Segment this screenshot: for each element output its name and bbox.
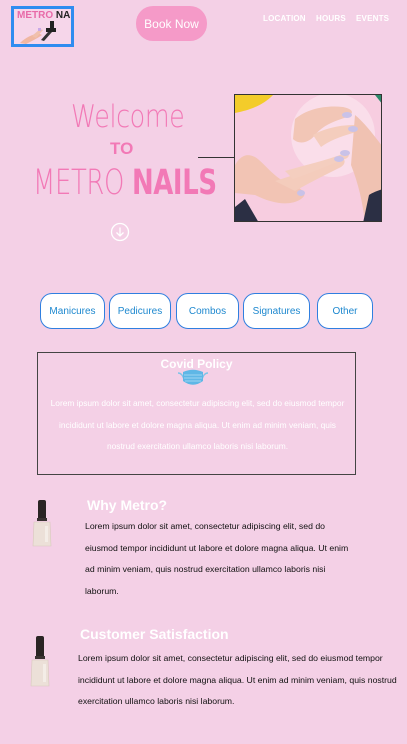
hero-welcome: Welcome <box>71 99 185 135</box>
face-mask-icon <box>177 369 209 385</box>
book-now-button[interactable]: Book Now <box>136 6 207 41</box>
nail-polish-hand-icon <box>20 21 56 44</box>
hero-brand: METRO NAILS <box>33 163 217 203</box>
nav-location[interactable]: LOCATION <box>263 14 306 23</box>
covid-policy-panel: Covid Policy Lorem ipsum dolor sit amet,… <box>37 352 356 475</box>
covid-policy-text: Lorem ipsum dolor sit amet, consectetur … <box>50 398 345 451</box>
why-metro-title: Why Metro? <box>87 497 168 513</box>
why-metro-text: Lorem ipsum dolor sit amet, consectetur … <box>85 521 349 596</box>
category-manicures-button[interactable]: Manicures <box>40 293 105 329</box>
customer-satisfaction-text: Lorem ipsum dolor sit amet, consectetur … <box>78 653 397 706</box>
category-pedicures-button[interactable]: Pedicures <box>109 293 171 329</box>
hero-brand-metro: METRO <box>33 163 125 203</box>
nail-polish-bottle-icon <box>32 500 52 547</box>
nail-polish-bottle-icon <box>30 636 50 687</box>
customer-satisfaction-title: Customer Satisfaction <box>80 626 229 642</box>
category-signatures-button[interactable]: Signatures <box>243 293 310 329</box>
hero-image-manicured-hands <box>234 94 382 222</box>
hero-to: TO <box>110 139 134 158</box>
arrow-down-circle-icon[interactable] <box>110 222 130 242</box>
nav-events[interactable]: EVENTS <box>356 14 389 23</box>
hero-brand-nails: NAILS <box>131 163 217 203</box>
logo-text-nails: NAILS <box>55 10 74 21</box>
logo-text-metro: METRO <box>17 10 54 21</box>
category-other-button[interactable]: Other <box>317 293 373 329</box>
logo[interactable]: METRO NAILS <box>11 6 74 47</box>
category-combos-button[interactable]: Combos <box>176 293 239 329</box>
logo-text: METRO NAILS <box>17 10 74 21</box>
nav-hours[interactable]: HOURS <box>316 14 346 23</box>
